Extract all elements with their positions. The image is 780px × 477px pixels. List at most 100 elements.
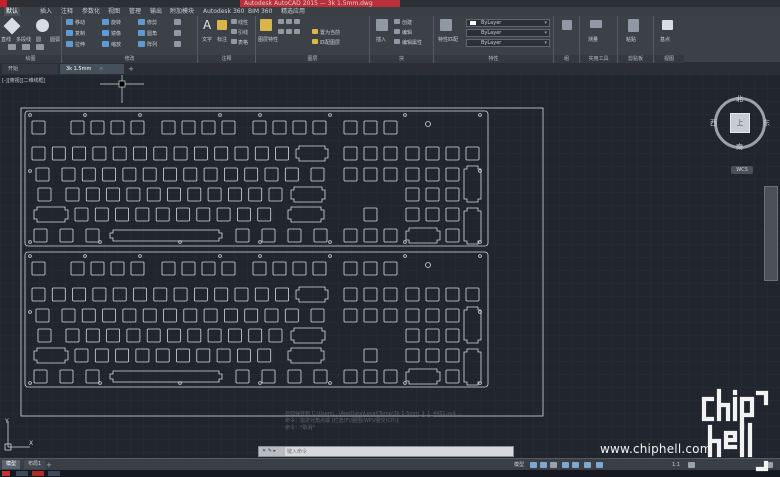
clipboard-panel-label[interactable]: 剪贴板 (618, 55, 653, 63)
command-input[interactable] (287, 447, 511, 456)
match-layer-label[interactable]: 匹配图层 (320, 39, 340, 46)
tab-featured-apps[interactable]: 精选应用 (281, 7, 305, 16)
create-block-icon[interactable] (394, 19, 400, 24)
viewport-controls[interactable]: [-][俯视][二维线框] (2, 77, 46, 84)
start-icon[interactable] (2, 471, 10, 476)
taskbar-autocad-icon[interactable] (32, 471, 44, 476)
scale-dropdown[interactable]: 1:1 (672, 461, 680, 469)
line-icon[interactable] (3, 17, 21, 35)
layer-freeze-icon[interactable] (286, 19, 292, 24)
base-label[interactable]: 基点 (660, 36, 670, 43)
tab-annotate[interactable]: 注释 (61, 7, 73, 16)
layer-walk-icon[interactable] (294, 29, 300, 34)
edit-attribute-icon[interactable] (394, 39, 400, 44)
drawing-canvas[interactable]: [-][俯视][二维线框] 上 北 南 东 西 WCS 自动保存到 C:\Use… (0, 75, 780, 458)
taskbar-app-icon[interactable] (16, 471, 28, 476)
polyline-tool-label[interactable]: 多段线 (16, 36, 31, 43)
copy-icon[interactable] (66, 30, 73, 36)
erase-icon[interactable] (174, 19, 181, 25)
linetype-dropdown[interactable]: ByLayer ▾ (466, 29, 550, 37)
file-tab-start[interactable]: 开始 (2, 64, 58, 74)
annotation-panel-label[interactable]: 注释 (198, 55, 255, 63)
tab-bim360[interactable]: BIM 360 (248, 7, 272, 16)
paste-label[interactable]: 粘贴 (626, 36, 636, 43)
block-panel-label[interactable]: 块 (370, 55, 433, 63)
explode-icon[interactable] (174, 30, 181, 36)
wcs-menu[interactable]: WCS (731, 166, 753, 174)
move-label[interactable]: 移动 (75, 19, 85, 26)
layer-off-icon[interactable] (286, 29, 292, 34)
stretch-icon[interactable] (66, 41, 73, 47)
scale-label[interactable]: 缩放 (111, 41, 121, 48)
layer-lock-icon[interactable] (294, 19, 300, 24)
insert-block-icon[interactable] (376, 19, 388, 31)
compass-north[interactable]: 北 (736, 95, 743, 103)
utilities-panel-label[interactable]: 实用工具 (580, 55, 617, 63)
linear-dim-icon[interactable] (231, 19, 237, 24)
tab-output[interactable]: 输出 (150, 7, 162, 16)
array-label[interactable]: 阵列 (147, 41, 157, 48)
viewcube-top-face[interactable]: 上 (730, 113, 750, 133)
arc-tool-label[interactable]: 圆弧 (50, 36, 60, 43)
lineweight-toggle-icon[interactable] (584, 462, 591, 468)
dimension-icon[interactable] (217, 20, 227, 30)
layers-panel-label[interactable]: 图层 (256, 55, 369, 63)
view-panel-label[interactable]: 视图 (654, 55, 684, 63)
group-icon[interactable] (562, 20, 572, 30)
circle-icon[interactable] (36, 19, 49, 32)
set-current-label[interactable]: 置为当前 (320, 29, 340, 36)
draw-panel-label[interactable]: 绘图 (0, 55, 61, 63)
rotate-icon[interactable] (102, 19, 109, 25)
ortho-toggle-icon[interactable] (550, 462, 557, 468)
table-icon[interactable] (231, 39, 237, 44)
edit-block-icon[interactable] (394, 29, 400, 34)
groups-panel-label[interactable]: 组 (554, 55, 579, 63)
set-current-icon[interactable] (312, 29, 318, 34)
match-properties-icon[interactable] (440, 19, 452, 31)
lineweight-dropdown[interactable]: ByLayer ▾ (466, 39, 550, 47)
rectangle-icon[interactable] (8, 44, 16, 50)
workspace-gear-icon[interactable] (688, 462, 695, 468)
viewcube[interactable]: 上 北 南 东 西 (710, 95, 770, 151)
tab-autodesk360[interactable]: Autodesk 360 (203, 7, 244, 16)
linear-label[interactable]: 线性 (238, 19, 248, 26)
line-tool-label[interactable]: 直线 (1, 36, 11, 43)
color-dropdown[interactable]: ByLayer ▾ (466, 19, 550, 27)
command-line-buttons[interactable]: ✕ ✎ ▸ (259, 447, 285, 456)
mirror-label[interactable]: 镜像 (111, 30, 121, 37)
rotate-label[interactable]: 旋转 (111, 19, 121, 26)
tab-parametric[interactable]: 参数化 (82, 7, 100, 16)
edit-label[interactable]: 编辑 (402, 29, 412, 36)
match-properties-label[interactable]: 特性匹配 (438, 36, 458, 43)
scale-icon[interactable] (102, 41, 109, 47)
compass-east[interactable]: 东 (763, 119, 770, 127)
copy-label[interactable]: 复制 (75, 30, 85, 37)
ellipse-icon[interactable] (36, 44, 44, 50)
application-menu-button[interactable] (0, 0, 7, 7)
layer-on-icon[interactable] (278, 19, 284, 24)
offset-icon[interactable] (174, 41, 181, 47)
close-icon[interactable]: × (99, 66, 103, 72)
move-icon[interactable] (66, 19, 73, 25)
fillet-icon[interactable] (138, 30, 145, 36)
new-tab-icon[interactable]: + (126, 64, 136, 74)
annotation-scale-icon[interactable] (596, 462, 603, 468)
hatch-icon[interactable] (22, 44, 30, 50)
trim-label[interactable]: 修剪 (147, 19, 157, 26)
table-label[interactable]: 表格 (238, 39, 248, 46)
array-icon[interactable] (138, 41, 145, 47)
tab-manage[interactable]: 管理 (129, 7, 141, 16)
tab-default[interactable]: 默认 (4, 7, 21, 16)
add-layout-icon[interactable]: + (46, 461, 52, 469)
tab-view[interactable]: 视图 (108, 7, 120, 16)
layer-properties-label[interactable]: 图层特性 (258, 36, 278, 43)
snap-toggle-icon[interactable] (540, 462, 547, 468)
polar-toggle-icon[interactable] (562, 462, 569, 468)
leader-label[interactable]: 引线 (238, 29, 248, 36)
edit-attribute-label[interactable]: 编辑属性 (402, 39, 422, 46)
mirror-icon[interactable] (102, 30, 109, 36)
measure-icon[interactable] (590, 20, 602, 28)
taskbar-app-icon[interactable] (48, 471, 60, 476)
create-label[interactable]: 创建 (402, 19, 412, 26)
paste-icon[interactable] (628, 19, 639, 32)
